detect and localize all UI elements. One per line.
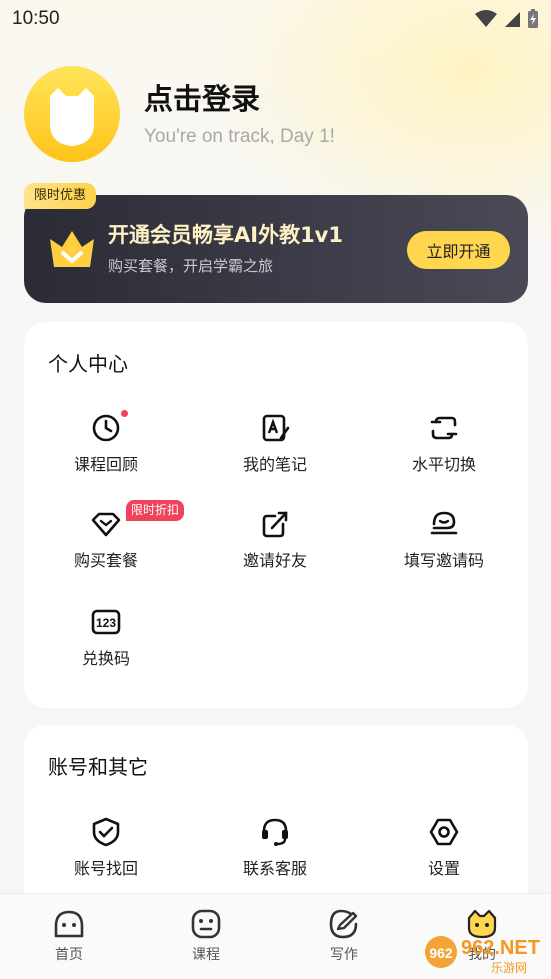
clock-icon <box>90 410 128 444</box>
invite-friends-item[interactable]: 邀请好友 <box>195 508 355 571</box>
enter-invite-code-item[interactable]: 填写邀请码 <box>364 508 524 571</box>
redeem-code-label: 兑换码 <box>81 649 130 668</box>
contact-support-item[interactable]: 联系客服 <box>195 816 355 879</box>
promo-title: 开通会员畅享AI外教1v1 <box>108 223 343 247</box>
crown-icon <box>50 231 94 267</box>
avatar[interactable] <box>24 66 120 162</box>
tab-home[interactable]: 首页 <box>29 908 109 964</box>
writing-icon <box>329 909 358 939</box>
redeem-icon-text: 123 <box>96 616 116 630</box>
settings-item[interactable]: 设置 <box>364 816 524 879</box>
diamond-icon <box>90 508 122 540</box>
invite-friends-label: 邀请好友 <box>242 551 307 570</box>
settings-label: 设置 <box>427 859 460 878</box>
tab-courses[interactable]: 课程 <box>166 908 246 964</box>
switch-icon <box>428 412 460 444</box>
settings-icon <box>428 816 460 848</box>
tab-courses-label: 课程 <box>192 947 220 963</box>
login-subtitle: You're on track, Day 1! <box>144 126 335 147</box>
shield-check-icon <box>90 816 122 848</box>
watermark-text: 962.NET <box>461 937 540 959</box>
signal-icon <box>505 12 520 27</box>
my-notes-item[interactable]: 我的笔记 <box>195 412 355 475</box>
enter-invite-code-label: 填写邀请码 <box>403 551 484 570</box>
activate-vip-button[interactable]: 立即开通 <box>407 231 510 269</box>
watermark-logo: 962 962.NET 乐游网 <box>425 936 540 975</box>
account-recovery-label: 账号找回 <box>73 859 138 878</box>
tab-writing-label: 写作 <box>330 947 358 963</box>
promo-subtitle: 购买套餐，开启学霸之旅 <box>108 257 274 275</box>
redeem-code-item[interactable]: 123 兑换码 <box>26 606 186 669</box>
notification-dot <box>121 410 128 417</box>
vip-promo-banner[interactable]: 限时优惠 开通会员畅享AI外教1v1 购买套餐，开启学霸之旅 立即开通 <box>24 183 528 303</box>
buy-package-label: 购买套餐 <box>73 551 138 570</box>
course-review-item[interactable]: 课程回顾 <box>26 410 186 475</box>
discount-badge: 限时折扣 <box>126 500 185 521</box>
buy-package-item[interactable]: 限时折扣 购买套餐 <box>26 500 186 571</box>
level-switch-item[interactable]: 水平切换 <box>364 412 524 475</box>
svg-text:962: 962 <box>429 945 453 961</box>
account-recovery-item[interactable]: 账号找回 <box>26 816 186 879</box>
personal-center-card: 个人中心 课程回顾 我的笔记 水平切换 限时折扣 购买套餐 邀请好友 填写邀请码… <box>24 322 528 708</box>
contact-support-label: 联系客服 <box>242 859 307 878</box>
notebook-icon <box>259 412 291 444</box>
tab-writing[interactable]: 写作 <box>304 908 384 964</box>
status-bar: 10:50 <box>0 0 551 38</box>
status-icons <box>475 9 539 29</box>
course-review-label: 课程回顾 <box>73 455 138 474</box>
account-title: 账号和其它 <box>48 755 148 779</box>
promo-tag: 限时优惠 <box>24 183 97 209</box>
redeem-code-icon: 123 <box>90 606 122 638</box>
home-face-icon <box>54 910 84 938</box>
personal-center-title: 个人中心 <box>48 352 128 376</box>
course-face-icon <box>191 909 221 939</box>
level-switch-label: 水平切换 <box>411 455 476 474</box>
login-title[interactable]: 点击登录 <box>144 76 260 118</box>
battery-icon <box>528 9 538 28</box>
my-notes-label: 我的笔记 <box>242 455 307 474</box>
headset-icon <box>259 816 291 848</box>
invite-code-icon <box>428 508 460 540</box>
watermark-sub: 乐游网 <box>491 961 527 975</box>
edit-share-icon <box>259 508 291 540</box>
wifi-icon <box>475 10 497 27</box>
status-time: 10:50 <box>12 8 60 29</box>
tab-home-label: 首页 <box>55 947 83 963</box>
